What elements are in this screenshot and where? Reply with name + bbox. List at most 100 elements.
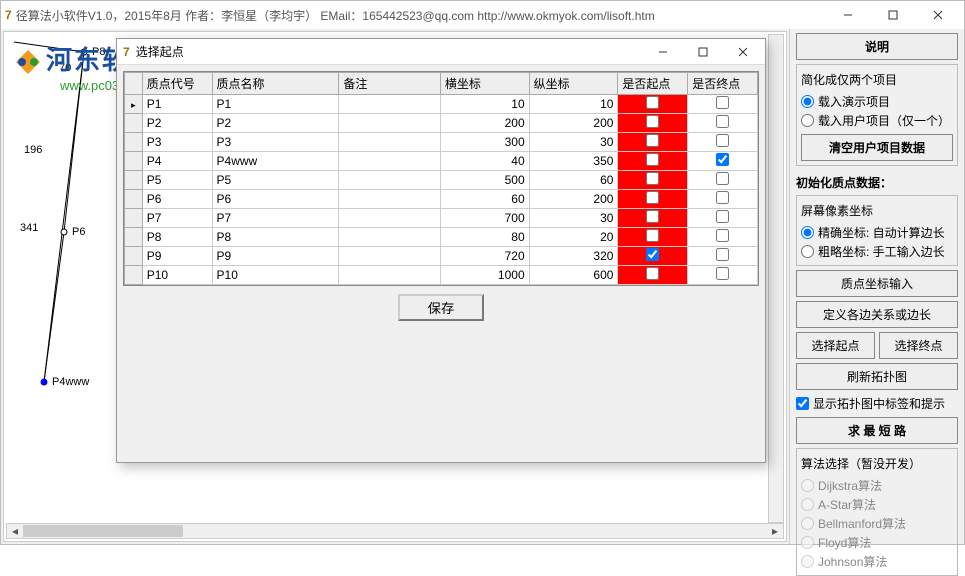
cell-y[interactable]: 320 — [529, 247, 618, 266]
cell-start[interactable] — [618, 114, 688, 133]
table-row[interactable]: P3P3 30030 — [125, 133, 758, 152]
scroll-right-icon[interactable]: ▸ — [767, 524, 783, 538]
cell-note[interactable] — [339, 171, 440, 190]
cell-name[interactable]: P6 — [212, 190, 339, 209]
cell-x[interactable]: 300 — [440, 133, 529, 152]
minimize-button[interactable] — [825, 1, 870, 29]
radio-load-user[interactable]: 载入用户项目（仅一个） — [801, 111, 953, 130]
cell-start[interactable] — [618, 266, 688, 285]
cell-y[interactable]: 200 — [529, 190, 618, 209]
cell-y[interactable]: 350 — [529, 152, 618, 171]
cell-id[interactable]: P9 — [142, 247, 212, 266]
col-x[interactable]: 横坐标 — [440, 73, 529, 95]
cell-start[interactable] — [618, 133, 688, 152]
cell-end[interactable] — [688, 247, 758, 266]
cell-note[interactable] — [339, 209, 440, 228]
cell-x[interactable]: 60 — [440, 190, 529, 209]
cell-end[interactable] — [688, 114, 758, 133]
cell-note[interactable] — [339, 228, 440, 247]
table-row[interactable]: P2P2 200200 — [125, 114, 758, 133]
cell-name[interactable]: P10 — [212, 266, 339, 285]
cell-y[interactable]: 10 — [529, 95, 618, 114]
vertical-scrollbar[interactable] — [768, 34, 784, 523]
cell-id[interactable]: P1 — [142, 95, 212, 114]
help-button[interactable]: 说明 — [796, 33, 958, 60]
cell-x[interactable]: 80 — [440, 228, 529, 247]
dialog-close-button[interactable] — [723, 39, 763, 65]
table-row[interactable]: P1P11010 — [125, 95, 758, 114]
horizontal-scrollbar[interactable]: ◂ ▸ — [6, 523, 784, 539]
cell-name[interactable]: P2 — [212, 114, 339, 133]
select-end-button[interactable]: 选择终点 — [879, 332, 958, 359]
cell-y[interactable]: 30 — [529, 133, 618, 152]
table-row[interactable]: P4P4www40350 — [125, 152, 758, 171]
cell-end[interactable] — [688, 171, 758, 190]
cell-name[interactable]: P4www — [212, 152, 339, 171]
cell-y[interactable]: 600 — [529, 266, 618, 285]
save-button[interactable]: 保存 — [398, 294, 485, 321]
coord-input-button[interactable]: 质点坐标输入 — [796, 270, 958, 297]
cell-end[interactable] — [688, 190, 758, 209]
dialog-maximize-button[interactable] — [683, 39, 723, 65]
cell-name[interactable]: P1 — [212, 95, 339, 114]
scroll-left-icon[interactable]: ◂ — [7, 524, 23, 538]
radio-exact-coord[interactable]: 精确坐标: 自动计算边长 — [801, 223, 953, 242]
cell-id[interactable]: P5 — [142, 171, 212, 190]
cell-end[interactable] — [688, 209, 758, 228]
cell-id[interactable]: P8 — [142, 228, 212, 247]
cell-x[interactable]: 40 — [440, 152, 529, 171]
cell-name[interactable]: P7 — [212, 209, 339, 228]
cell-id[interactable]: P7 — [142, 209, 212, 228]
shortest-path-button[interactable]: 求 最 短 路 — [796, 417, 958, 444]
col-y[interactable]: 纵坐标 — [529, 73, 618, 95]
cell-end[interactable] — [688, 266, 758, 285]
define-edges-button[interactable]: 定义各边关系或边长 — [796, 301, 958, 328]
cell-id[interactable]: P10 — [142, 266, 212, 285]
cell-note[interactable] — [339, 133, 440, 152]
refresh-topo-button[interactable]: 刷新拓扑图 — [796, 363, 958, 390]
col-note[interactable]: 备注 — [339, 73, 440, 95]
cell-x[interactable]: 200 — [440, 114, 529, 133]
maximize-button[interactable] — [870, 1, 915, 29]
cell-name[interactable]: P3 — [212, 133, 339, 152]
cell-name[interactable]: P5 — [212, 171, 339, 190]
col-end[interactable]: 是否终点 — [688, 73, 758, 95]
cell-id[interactable]: P2 — [142, 114, 212, 133]
main-titlebar[interactable]: 7 径算法小软件V1.0，2015年8月 作者：李恒星（李均宇） EMail：1… — [1, 1, 964, 29]
cell-name[interactable]: P9 — [212, 247, 339, 266]
cell-y[interactable]: 60 — [529, 171, 618, 190]
close-button[interactable] — [915, 1, 960, 29]
cell-note[interactable] — [339, 114, 440, 133]
clear-user-data-button[interactable]: 清空用户项目数据 — [801, 134, 953, 161]
table-row[interactable]: P9P9 720320 — [125, 247, 758, 266]
table-row[interactable]: P5P5 50060 — [125, 171, 758, 190]
cell-end[interactable] — [688, 133, 758, 152]
cell-start[interactable] — [618, 95, 688, 114]
table-row[interactable]: P6P6 60200 — [125, 190, 758, 209]
cell-end[interactable] — [688, 152, 758, 171]
show-labels-checkbox[interactable]: 显示拓扑图中标签和提示 — [796, 394, 958, 413]
scroll-thumb[interactable] — [23, 525, 183, 537]
select-start-button[interactable]: 选择起点 — [796, 332, 875, 359]
cell-note[interactable] — [339, 247, 440, 266]
cell-x[interactable]: 720 — [440, 247, 529, 266]
cell-note[interactable] — [339, 190, 440, 209]
cell-x[interactable]: 500 — [440, 171, 529, 190]
cell-id[interactable]: P3 — [142, 133, 212, 152]
cell-start[interactable] — [618, 228, 688, 247]
cell-note[interactable] — [339, 95, 440, 114]
node-dot[interactable] — [61, 229, 68, 236]
cell-start[interactable] — [618, 152, 688, 171]
col-start[interactable]: 是否起点 — [618, 73, 688, 95]
cell-note[interactable] — [339, 152, 440, 171]
radio-load-demo[interactable]: 载入演示项目 — [801, 92, 953, 111]
cell-y[interactable]: 20 — [529, 228, 618, 247]
cell-y[interactable]: 30 — [529, 209, 618, 228]
dialog-titlebar[interactable]: 7 选择起点 — [117, 39, 765, 65]
cell-name[interactable]: P8 — [212, 228, 339, 247]
cell-id[interactable]: P6 — [142, 190, 212, 209]
cell-y[interactable]: 200 — [529, 114, 618, 133]
node-dot[interactable] — [81, 49, 88, 56]
radio-rough-coord[interactable]: 粗略坐标: 手工输入边长 — [801, 242, 953, 261]
table-row[interactable]: P8P8 8020 — [125, 228, 758, 247]
